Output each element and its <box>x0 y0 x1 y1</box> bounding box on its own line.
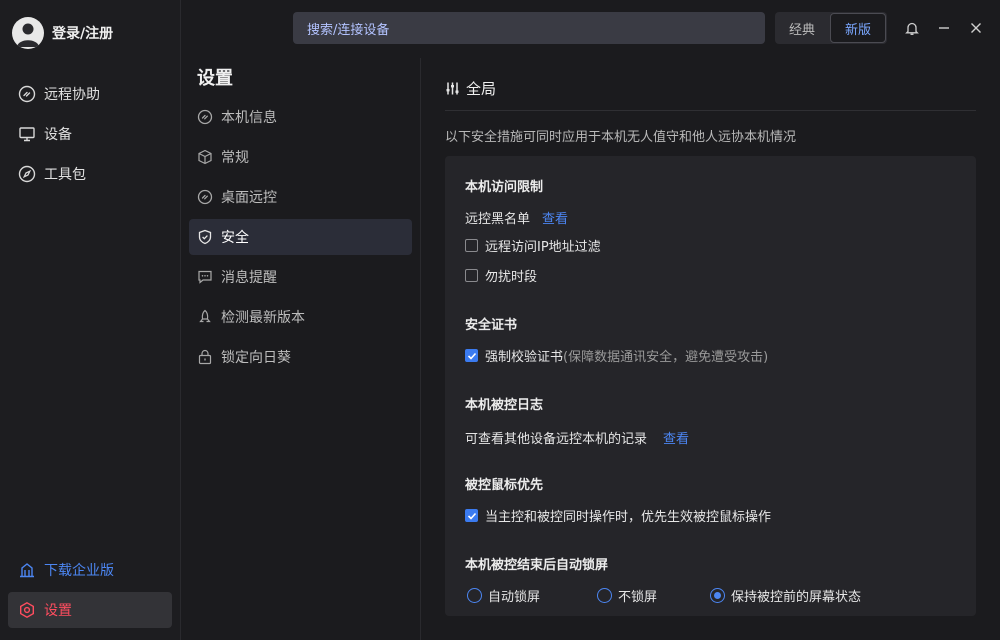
nav-item-devices[interactable]: 设备 <box>8 116 172 152</box>
bell-icon[interactable] <box>902 18 922 38</box>
nav-item-toolkit[interactable]: 工具包 <box>8 156 172 192</box>
log-view-link[interactable]: 查看 <box>663 428 689 447</box>
mouse-priority-title: 被控鼠标优先 <box>465 478 544 493</box>
radio-auto-lock[interactable]: 自动锁屏 <box>467 586 597 605</box>
nav-item-remote-assist[interactable]: 远程协助 <box>8 76 172 112</box>
menu-item-label: 锁定向日葵 <box>221 350 291 366</box>
user-icon <box>17 23 39 47</box>
menu-item-label: 安全 <box>221 230 249 246</box>
menu-item-notifications[interactable]: 消息提醒 <box>189 259 412 295</box>
radio-label: 保持被控前的屏幕状态 <box>731 590 862 605</box>
menu-item-security[interactable]: 安全 <box>189 219 412 255</box>
column-divider <box>420 58 421 640</box>
search-input[interactable]: 搜索/连接设备 <box>293 12 765 44</box>
login-register-button[interactable]: 登录/注册 <box>12 17 113 49</box>
log-row: 可查看其他设备远控本机的记录 查看 <box>465 428 689 447</box>
menu-item-general[interactable]: 常规 <box>189 139 412 175</box>
menu-item-lock[interactable]: 锁定向日葵 <box>189 339 412 375</box>
mouse-priority-label: 当主控和被控同时操作时，优先生效被控鼠标操作 <box>485 510 772 525</box>
menu-item-label: 桌面远控 <box>221 190 277 206</box>
nav-label: 设备 <box>44 127 72 143</box>
check-icon <box>467 512 476 520</box>
blacklist-view-link[interactable]: 查看 <box>542 208 568 227</box>
shield-icon <box>197 229 213 245</box>
dnd-checkbox[interactable] <box>465 269 478 282</box>
radio-no-lock[interactable]: 不锁屏 <box>597 586 710 605</box>
ip-filter-label: 远程访问IP地址过滤 <box>485 240 601 255</box>
nav-item-settings[interactable]: 设置 <box>8 592 172 628</box>
section-header: 全局 <box>445 78 496 99</box>
new-version-button[interactable]: 新版 <box>830 13 886 43</box>
lock-icon <box>197 349 213 365</box>
auto-lock-options: 自动锁屏 不锁屏 保持被控前的屏幕状态 <box>467 586 861 605</box>
dnd-label: 勿扰时段 <box>485 270 538 285</box>
blacklist-label: 远控黑名单 <box>465 212 531 227</box>
classic-version-button[interactable]: 经典 <box>775 12 829 44</box>
section-description: 以下安全措施可同时应用于本机无人值守和他人远协本机情况 <box>445 130 797 145</box>
cert-verify-option[interactable]: 强制校验证书 (保障数据通讯安全，避免遭受攻击) <box>465 346 768 365</box>
security-panel: 本机访问限制 远控黑名单 查看 远程访问IP地址过滤 勿扰时段 安全证书 强制校… <box>445 156 976 616</box>
blacklist-row: 远控黑名单 查看 <box>465 208 568 227</box>
login-register-label: 登录/注册 <box>52 26 114 42</box>
info-icon <box>197 109 213 125</box>
section-title: 全局 <box>466 80 497 98</box>
desktop-remote-icon <box>197 189 213 205</box>
cert-verify-hint: (保障数据通讯安全，避免遭受攻击) <box>563 350 769 365</box>
version-switch: 经典 新版 <box>775 12 887 44</box>
monitor-icon <box>18 125 36 143</box>
ip-filter-checkbox[interactable] <box>465 239 478 252</box>
download-enterprise-button[interactable]: 下载企业版 <box>8 552 172 588</box>
sliders-icon <box>445 81 460 96</box>
cert-title: 安全证书 <box>465 318 518 333</box>
auto-lock-title: 本机被控结束后自动锁屏 <box>465 558 609 573</box>
avatar <box>12 17 44 49</box>
nav-label: 工具包 <box>44 167 86 183</box>
menu-item-label: 检测最新版本 <box>221 310 305 326</box>
menu-item-label: 消息提醒 <box>221 270 277 286</box>
check-icon <box>467 352 476 360</box>
message-icon <box>197 269 213 285</box>
menu-item-label: 常规 <box>221 150 249 166</box>
log-title: 本机被控日志 <box>465 398 544 413</box>
close-icon[interactable] <box>966 18 986 38</box>
radio-keep-state[interactable]: 保持被控前的屏幕状态 <box>710 586 861 605</box>
radio-label: 自动锁屏 <box>488 590 541 605</box>
rocket-icon <box>197 309 213 325</box>
log-desc: 可查看其他设备远控本机的记录 <box>465 432 648 447</box>
radio-button[interactable] <box>597 588 612 603</box>
mouse-priority-option[interactable]: 当主控和被控同时操作时，优先生效被控鼠标操作 <box>465 506 771 525</box>
radio-button[interactable] <box>710 588 725 603</box>
settings-hex-icon <box>18 601 36 619</box>
menu-item-local-info[interactable]: 本机信息 <box>189 99 412 135</box>
left-nav: 登录/注册 远程协助 设备 工具包 下载企业版 设置 <box>0 0 181 640</box>
menu-item-desktop-remote[interactable]: 桌面远控 <box>189 179 412 215</box>
cert-verify-checkbox[interactable] <box>465 349 478 362</box>
ip-filter-option[interactable]: 远程访问IP地址过滤 <box>465 236 601 255</box>
settings-title: 设置 <box>197 68 233 89</box>
menu-item-label: 本机信息 <box>221 110 277 126</box>
enterprise-icon <box>18 561 36 579</box>
settings-label: 设置 <box>44 603 72 619</box>
dnd-option[interactable]: 勿扰时段 <box>465 266 537 285</box>
cert-verify-label: 强制校验证书 <box>485 350 564 365</box>
nav-label: 远程协助 <box>44 87 100 103</box>
compass-icon <box>18 165 36 183</box>
mouse-priority-checkbox[interactable] <box>465 509 478 522</box>
minimize-icon[interactable] <box>934 18 954 38</box>
radio-label: 不锁屏 <box>618 590 658 605</box>
access-restriction-title: 本机访问限制 <box>465 180 544 195</box>
menu-item-check-update[interactable]: 检测最新版本 <box>189 299 412 335</box>
remote-assist-icon <box>18 85 36 103</box>
radio-button[interactable] <box>467 588 482 603</box>
header-divider <box>445 110 976 111</box>
cube-icon <box>197 149 213 165</box>
download-label: 下载企业版 <box>44 563 114 579</box>
